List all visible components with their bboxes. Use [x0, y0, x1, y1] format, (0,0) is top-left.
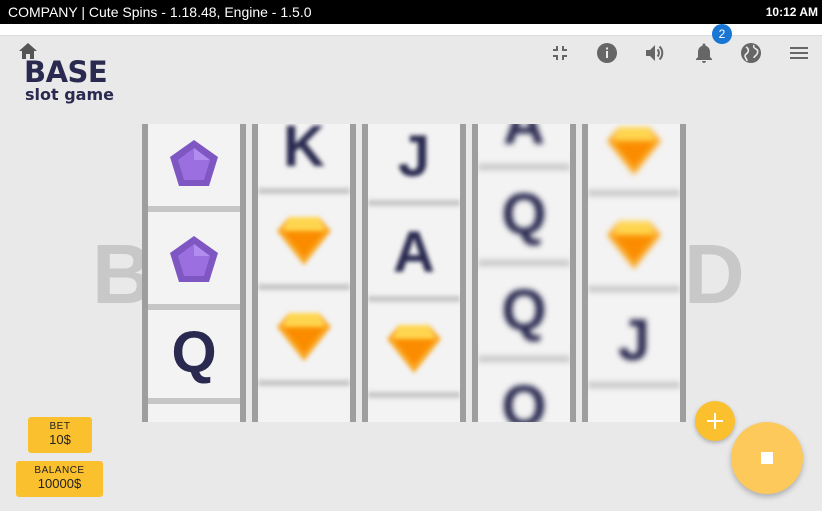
reel-5-symbol-3: J: [617, 307, 651, 373]
orange-diamond-icon: [258, 296, 350, 376]
reel-1-symbol-3: Q: [171, 319, 217, 385]
pentagon-gem-icon: [148, 220, 240, 300]
reel-4-symbol-partial: Q: [501, 373, 547, 423]
orange-diamond-icon: [588, 204, 680, 284]
clock: 10:12 AM: [765, 5, 818, 19]
address-strip: [0, 24, 822, 36]
game-logo: BASE slot game: [24, 58, 114, 103]
orange-diamond-icon: [258, 200, 350, 280]
orange-diamond-icon: [588, 124, 680, 190]
stop-icon: [761, 452, 773, 464]
bell-icon[interactable]: [692, 41, 716, 65]
reel-3: J A: [362, 124, 466, 422]
bet-label: BET: [49, 421, 71, 432]
fullscreen-exit-icon[interactable]: [548, 41, 572, 65]
menu-icon[interactable]: [787, 41, 811, 65]
reel-1: Q: [142, 124, 246, 422]
reel-4: A Q Q Q: [472, 124, 576, 422]
app-title: COMPANY | Cute Spins - 1.18.48, Engine -…: [8, 4, 312, 20]
reel-3-symbol-2: A: [393, 219, 435, 285]
reel-4-symbol-2: Q: [501, 181, 547, 247]
info-icon[interactable]: [595, 41, 619, 65]
logo-title: BASE: [24, 55, 108, 89]
stop-spin-button[interactable]: [731, 422, 803, 494]
pentagon-gem-icon: [148, 124, 240, 204]
notification-badge: 2: [712, 24, 732, 44]
bet-value: 10$: [49, 432, 71, 447]
reel-2-symbol-1: K: [283, 124, 325, 179]
reel-4-symbol-1: A: [503, 124, 545, 157]
reel-5: J: [582, 124, 686, 422]
reel-4-symbol-3: Q: [501, 277, 547, 343]
title-bar: COMPANY | Cute Spins - 1.18.48, Engine -…: [0, 0, 822, 24]
balance-value: 10000$: [37, 476, 82, 491]
orange-diamond-icon: [368, 308, 460, 388]
logo-subtitle: slot game: [25, 85, 114, 104]
bet-display[interactable]: BET 10$: [28, 417, 92, 453]
balance-display: BALANCE 10000$: [16, 461, 103, 497]
balance-label: BALANCE: [34, 465, 85, 476]
globe-icon[interactable]: [739, 41, 763, 65]
increase-bet-button[interactable]: [695, 401, 735, 441]
volume-icon[interactable]: [643, 41, 667, 65]
reel-2: K: [252, 124, 356, 422]
reel-3-symbol-1: J: [397, 124, 431, 189]
plus-icon: [707, 413, 723, 429]
